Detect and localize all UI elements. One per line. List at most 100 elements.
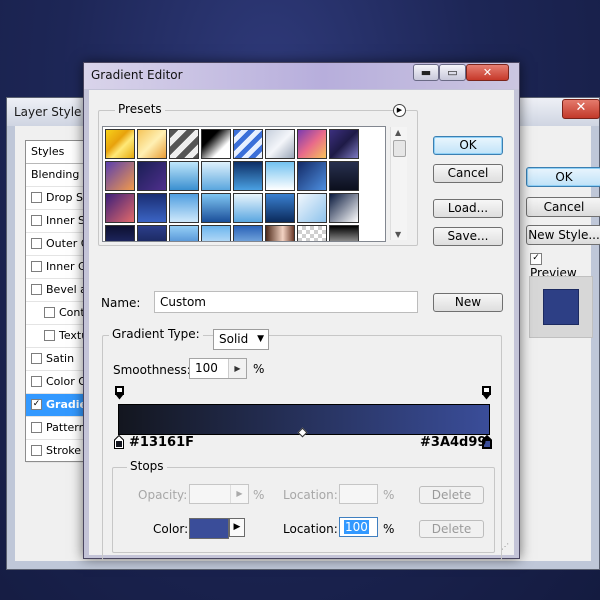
stop-left-hex: #13161F xyxy=(129,435,194,450)
preset-swatch[interactable] xyxy=(297,193,327,223)
preset-swatch[interactable] xyxy=(265,225,295,241)
color-swatch[interactable] xyxy=(189,518,229,539)
opacity-stepper-icon[interactable]: ▶ xyxy=(230,485,248,503)
smoothness-unit: % xyxy=(253,362,265,376)
style-item-checkbox[interactable] xyxy=(31,260,42,272)
cancel-button[interactable]: Cancel xyxy=(433,164,503,183)
preset-swatch[interactable] xyxy=(169,161,199,191)
preset-swatch[interactable] xyxy=(265,193,295,223)
gradient-editor-titlebar[interactable]: Gradient Editor ▬ ▭ ✕ xyxy=(84,63,519,89)
style-item-label: Satin xyxy=(46,352,75,365)
style-item-checkbox[interactable] xyxy=(44,306,55,318)
style-item-checkbox[interactable]: ✓ xyxy=(31,398,42,410)
presets-menu-icon[interactable]: ▶ xyxy=(393,104,406,117)
style-item-label: Stroke xyxy=(46,444,82,457)
style-item-checkbox[interactable] xyxy=(31,352,42,364)
style-item-checkbox[interactable] xyxy=(31,283,42,295)
color-location-label: Location: xyxy=(283,522,338,536)
layer-style-cancel-button[interactable]: Cancel xyxy=(526,197,600,217)
preset-swatch[interactable] xyxy=(169,193,199,223)
load-button[interactable]: Load... xyxy=(433,199,503,218)
opacity-location-label: Location: xyxy=(283,488,338,502)
preset-swatch[interactable] xyxy=(137,193,167,223)
preset-swatch[interactable] xyxy=(105,225,135,241)
preset-swatch[interactable] xyxy=(297,129,327,159)
gradient-type-select[interactable]: Solid ▼ xyxy=(213,329,269,350)
preset-swatch[interactable] xyxy=(169,225,199,241)
opacity-unit: % xyxy=(253,488,265,502)
save-button[interactable]: Save... xyxy=(433,227,503,246)
preset-swatches xyxy=(104,128,370,241)
preset-swatch[interactable] xyxy=(137,225,167,241)
color-label: Color: xyxy=(153,522,189,536)
new-style-button[interactable]: New Style... xyxy=(526,225,600,245)
name-input[interactable]: Custom xyxy=(154,291,418,313)
preset-swatch[interactable] xyxy=(329,161,359,191)
preset-swatch[interactable] xyxy=(105,193,135,223)
preset-swatch[interactable] xyxy=(329,129,359,159)
preset-swatch[interactable] xyxy=(201,225,231,241)
scroll-thumb[interactable] xyxy=(393,140,406,157)
preset-swatch[interactable] xyxy=(329,193,359,223)
smoothness-input[interactable]: 100 ▶ xyxy=(189,358,247,379)
smoothness-stepper-icon[interactable]: ▶ xyxy=(228,359,246,378)
preset-swatch[interactable] xyxy=(105,161,135,191)
smoothness-label: Smoothness: xyxy=(113,363,191,377)
preview-swatch xyxy=(543,289,579,325)
chevron-down-icon: ▼ xyxy=(257,334,264,344)
style-item-checkbox[interactable] xyxy=(31,375,42,387)
preset-swatch[interactable] xyxy=(233,225,263,241)
preset-swatch[interactable] xyxy=(297,161,327,191)
resize-grip-icon[interactable]: ⋰ xyxy=(501,542,511,552)
preset-swatch[interactable] xyxy=(137,161,167,191)
preset-swatch[interactable] xyxy=(137,129,167,159)
scroll-up-icon[interactable]: ▲ xyxy=(395,128,401,137)
preset-swatch[interactable] xyxy=(105,129,135,159)
preset-swatch[interactable] xyxy=(169,129,199,159)
color-menu-arrow-icon[interactable]: ▶ xyxy=(229,518,245,537)
style-item-checkbox[interactable] xyxy=(31,214,42,226)
opacity-location-input[interactable] xyxy=(339,484,378,504)
style-item-checkbox[interactable] xyxy=(44,329,55,341)
preview-check-icon: ✓ xyxy=(530,252,542,265)
preset-scrollbar[interactable]: ▲ ▼ xyxy=(390,127,407,240)
gradient-type-value: Solid xyxy=(219,332,249,346)
style-item-checkbox[interactable] xyxy=(31,191,42,203)
preset-swatch[interactable] xyxy=(233,161,263,191)
opacity-input[interactable]: ▶ xyxy=(189,484,249,504)
preset-swatch[interactable] xyxy=(201,193,231,223)
preset-swatch[interactable] xyxy=(201,129,231,159)
color-location-input[interactable]: 100 xyxy=(339,517,378,537)
ok-button[interactable]: OK xyxy=(433,136,503,155)
layer-style-close-button[interactable]: ✕ xyxy=(562,99,600,119)
minimize-button[interactable]: ▬ xyxy=(413,64,439,81)
preset-swatch[interactable] xyxy=(297,225,327,241)
opacity-stop-right-icon[interactable] xyxy=(482,386,491,400)
preset-swatch[interactable] xyxy=(265,161,295,191)
opacity-delete-button[interactable]: Delete xyxy=(419,486,484,504)
color-stop-left-icon[interactable] xyxy=(114,435,124,449)
gradient-editor-close-button[interactable]: ✕ xyxy=(466,64,509,81)
preset-swatch[interactable] xyxy=(265,129,295,159)
color-location-unit: % xyxy=(383,522,395,536)
layer-style-title: Layer Style xyxy=(14,105,82,119)
gradient-type-label: Gradient Type: xyxy=(109,327,203,341)
style-item-checkbox[interactable] xyxy=(31,237,42,249)
new-button[interactable]: New xyxy=(433,293,503,312)
opacity-stop-left-icon[interactable] xyxy=(115,386,124,400)
name-label: Name: xyxy=(101,296,141,310)
scroll-down-icon[interactable]: ▼ xyxy=(395,230,401,239)
layer-style-ok-button[interactable]: OK xyxy=(526,167,600,187)
preset-swatch[interactable] xyxy=(329,225,359,241)
preset-swatch[interactable] xyxy=(201,161,231,191)
gradient-editor-title: Gradient Editor xyxy=(91,68,183,82)
style-item-checkbox[interactable] xyxy=(31,444,42,456)
presets-label: Presets xyxy=(115,102,165,116)
preset-swatch[interactable] xyxy=(233,193,263,223)
preview-thumbnail xyxy=(529,276,593,338)
maximize-button[interactable]: ▭ xyxy=(439,64,466,81)
opacity-label: Opacity: xyxy=(138,488,188,502)
preset-swatch[interactable] xyxy=(233,129,263,159)
color-delete-button[interactable]: Delete xyxy=(419,520,484,538)
style-item-checkbox[interactable] xyxy=(31,421,42,433)
